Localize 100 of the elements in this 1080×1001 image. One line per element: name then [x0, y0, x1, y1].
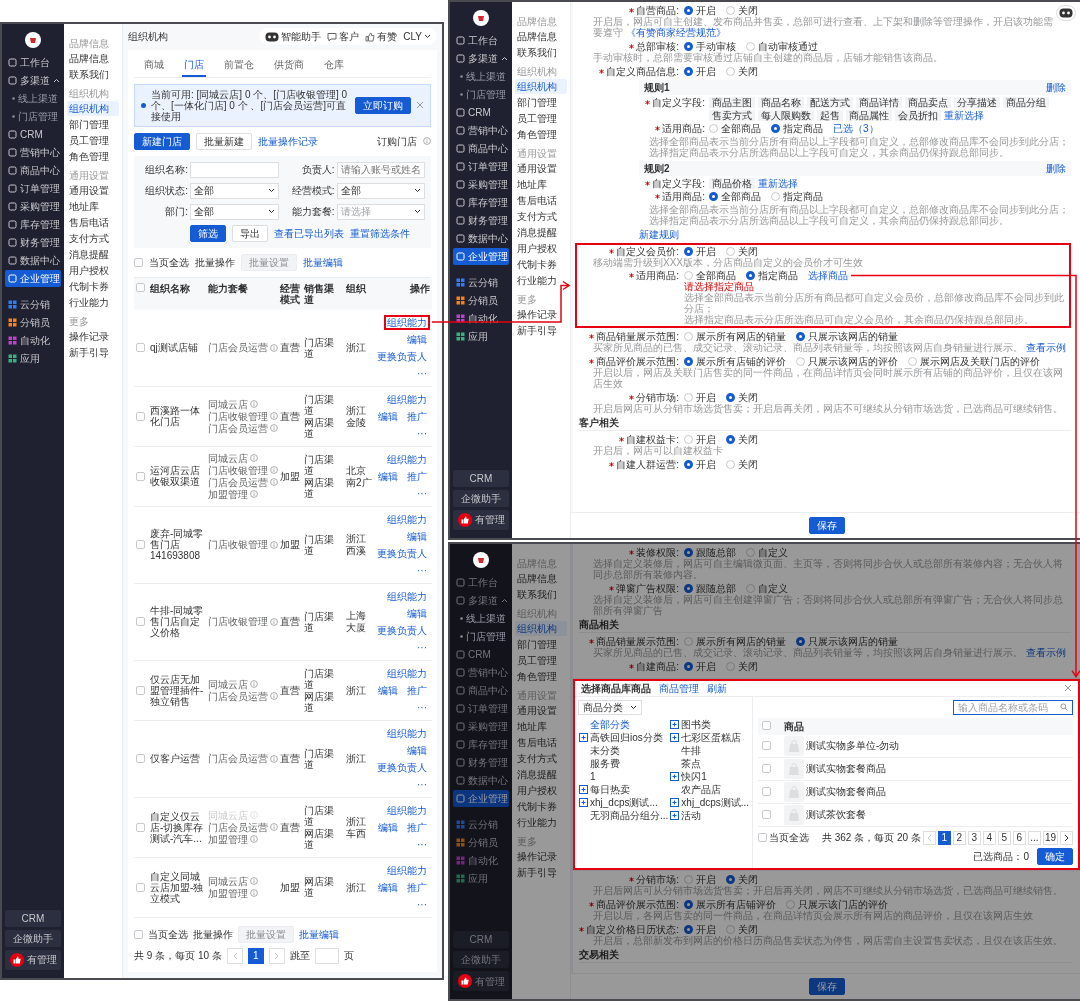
- action-link[interactable]: 编辑: [404, 742, 430, 758]
- menu-item[interactable]: 应用: [5, 349, 61, 367]
- menu-item[interactable]: 库存管理: [453, 194, 509, 211]
- selected-link[interactable]: 已选（3）: [833, 123, 879, 134]
- action-link[interactable]: 推广: [404, 682, 430, 698]
- menu-item[interactable]: 采购管理: [453, 176, 509, 193]
- action-link[interactable]: 编辑: [404, 528, 430, 544]
- filter-button[interactable]: 筛选: [190, 224, 226, 242]
- nav-item[interactable]: 联系我们: [515, 45, 567, 60]
- page-button[interactable]: 6: [1012, 830, 1026, 845]
- header-link[interactable]: 有赞: [377, 31, 398, 42]
- subscribe-button[interactable]: 立即订购: [355, 96, 411, 114]
- nav-item[interactable]: 操作记录: [515, 848, 567, 864]
- menu-item[interactable]: 线上渠道: [5, 89, 61, 107]
- checkbox[interactable]: [136, 685, 145, 695]
- nav-item[interactable]: 行业能力: [515, 814, 567, 830]
- action-link[interactable]: 组织能力: [384, 314, 430, 330]
- nav-item[interactable]: 角色管理: [515, 127, 567, 142]
- radio-option[interactable]: 开启: [684, 66, 716, 77]
- menu-item[interactable]: 营销中心: [5, 143, 61, 161]
- action-link[interactable]: 推广: [404, 819, 430, 835]
- tree-item[interactable]: 高铁回归ios分类: [578, 731, 670, 743]
- header-link[interactable]: CLY: [403, 31, 422, 42]
- checkbox[interactable]: [136, 471, 145, 481]
- radio-option[interactable]: 全部商品: [709, 191, 761, 202]
- tree-item[interactable]: 服务费: [578, 757, 670, 769]
- nav-item[interactable]: 售后电话: [515, 734, 567, 750]
- sidebar-button[interactable]: 企微助手: [453, 489, 509, 507]
- nav-item[interactable]: 组织机构: [515, 79, 567, 94]
- tree-item[interactable]: 1: [578, 770, 670, 782]
- sidebar-button[interactable]: 有管理: [5, 949, 61, 970]
- tab[interactable]: 商城: [142, 53, 166, 77]
- menu-item[interactable]: 门店管理: [453, 86, 509, 103]
- nav-item[interactable]: 用户授权: [515, 782, 567, 798]
- sidebar-button[interactable]: 企微助手: [5, 929, 61, 947]
- page-button[interactable]: 4: [982, 830, 996, 845]
- radio-button[interactable]: [684, 247, 693, 256]
- link[interactable]: 查看已导出列表: [274, 227, 344, 239]
- radio-option[interactable]: 指定商品: [771, 123, 823, 134]
- page-button[interactable]: 3: [967, 830, 981, 845]
- page-button[interactable]: 2: [952, 830, 966, 845]
- select-field[interactable]: 全部: [190, 203, 279, 220]
- checkbox[interactable]: [136, 882, 145, 892]
- page-button[interactable]: 5: [997, 830, 1011, 845]
- checkbox[interactable]: [762, 764, 771, 774]
- header-link[interactable]: 智能助手: [281, 31, 322, 42]
- radio-option[interactable]: 全部商品: [684, 270, 736, 281]
- radio-option[interactable]: 手动审核: [684, 41, 736, 52]
- menu-item[interactable]: 采购管理: [453, 717, 509, 735]
- nav-item[interactable]: 部门管理: [515, 95, 567, 110]
- menu-item[interactable]: 商品中心: [5, 161, 61, 179]
- nav-item[interactable]: 通用设置: [515, 161, 567, 176]
- radio-button[interactable]: [684, 661, 693, 671]
- radio-button[interactable]: [684, 357, 693, 366]
- radio-option[interactable]: 只展示该门店的评价: [786, 898, 888, 910]
- menu-item[interactable]: 财务管理: [5, 233, 61, 251]
- action-link[interactable]: 更换负责人: [374, 545, 430, 561]
- new-store-button[interactable]: 新建门店: [134, 132, 190, 150]
- new-rule-link[interactable]: 新建规则: [639, 229, 679, 240]
- menu-item[interactable]: 企业管理: [5, 269, 61, 287]
- radio-button[interactable]: [709, 192, 718, 201]
- tree-item[interactable]: 未分类: [578, 744, 670, 756]
- header-link[interactable]: 客户: [339, 31, 360, 42]
- menu-item[interactable]: 订单管理: [5, 179, 61, 197]
- export-button[interactable]: 导出: [232, 224, 268, 242]
- nav-item[interactable]: 消息提醒: [515, 766, 567, 782]
- radio-button[interactable]: [684, 460, 693, 469]
- action-link[interactable]: 推广: [404, 879, 430, 895]
- menu-item[interactable]: 工作台: [453, 573, 509, 591]
- page-button[interactable]: 1: [247, 947, 264, 964]
- nav-item[interactable]: 消息提醒: [67, 246, 119, 262]
- page-input[interactable]: [314, 947, 339, 964]
- batch-edit-link[interactable]: 批量编辑: [303, 256, 343, 268]
- menu-item[interactable]: 自动化: [453, 851, 509, 869]
- sidebar-button[interactable]: 企微助手: [453, 951, 509, 968]
- radio-button[interactable]: [684, 6, 693, 15]
- checkbox[interactable]: [136, 343, 145, 352]
- action-link[interactable]: ···: [414, 365, 430, 381]
- action-link[interactable]: 组织能力: [384, 511, 430, 527]
- radio-option[interactable]: 关闭: [726, 923, 758, 935]
- nav-item[interactable]: 支付方式: [67, 230, 119, 246]
- menu-item[interactable]: 企业管理: [453, 248, 509, 265]
- category-select[interactable]: 商品分类: [578, 699, 642, 715]
- nav-item[interactable]: 员工管理: [515, 111, 567, 126]
- sidebar-button[interactable]: CRM: [453, 931, 509, 948]
- action-link[interactable]: 组织能力: [384, 862, 430, 878]
- tab[interactable]: 仓库: [322, 53, 346, 77]
- radio-option[interactable]: 全部商品: [709, 123, 761, 134]
- action-link[interactable]: 编辑: [375, 879, 401, 895]
- radio-button[interactable]: [684, 583, 693, 593]
- nav-item[interactable]: 新手引导: [67, 344, 119, 360]
- radio-option[interactable]: 只展示该网店的销量: [796, 331, 898, 342]
- action-link[interactable]: 推广: [404, 468, 430, 484]
- radio-option[interactable]: 展示网店及关联门店的评价: [908, 356, 1040, 367]
- action-link[interactable]: 编辑: [404, 331, 430, 347]
- checkbox[interactable]: [136, 282, 145, 292]
- nav-item[interactable]: 部门管理: [515, 636, 567, 652]
- radio-option[interactable]: 跟随总部: [684, 582, 736, 594]
- tree-item[interactable]: 每日热卖: [578, 783, 670, 795]
- link[interactable]: 《有赞商家经营规范》: [625, 27, 726, 38]
